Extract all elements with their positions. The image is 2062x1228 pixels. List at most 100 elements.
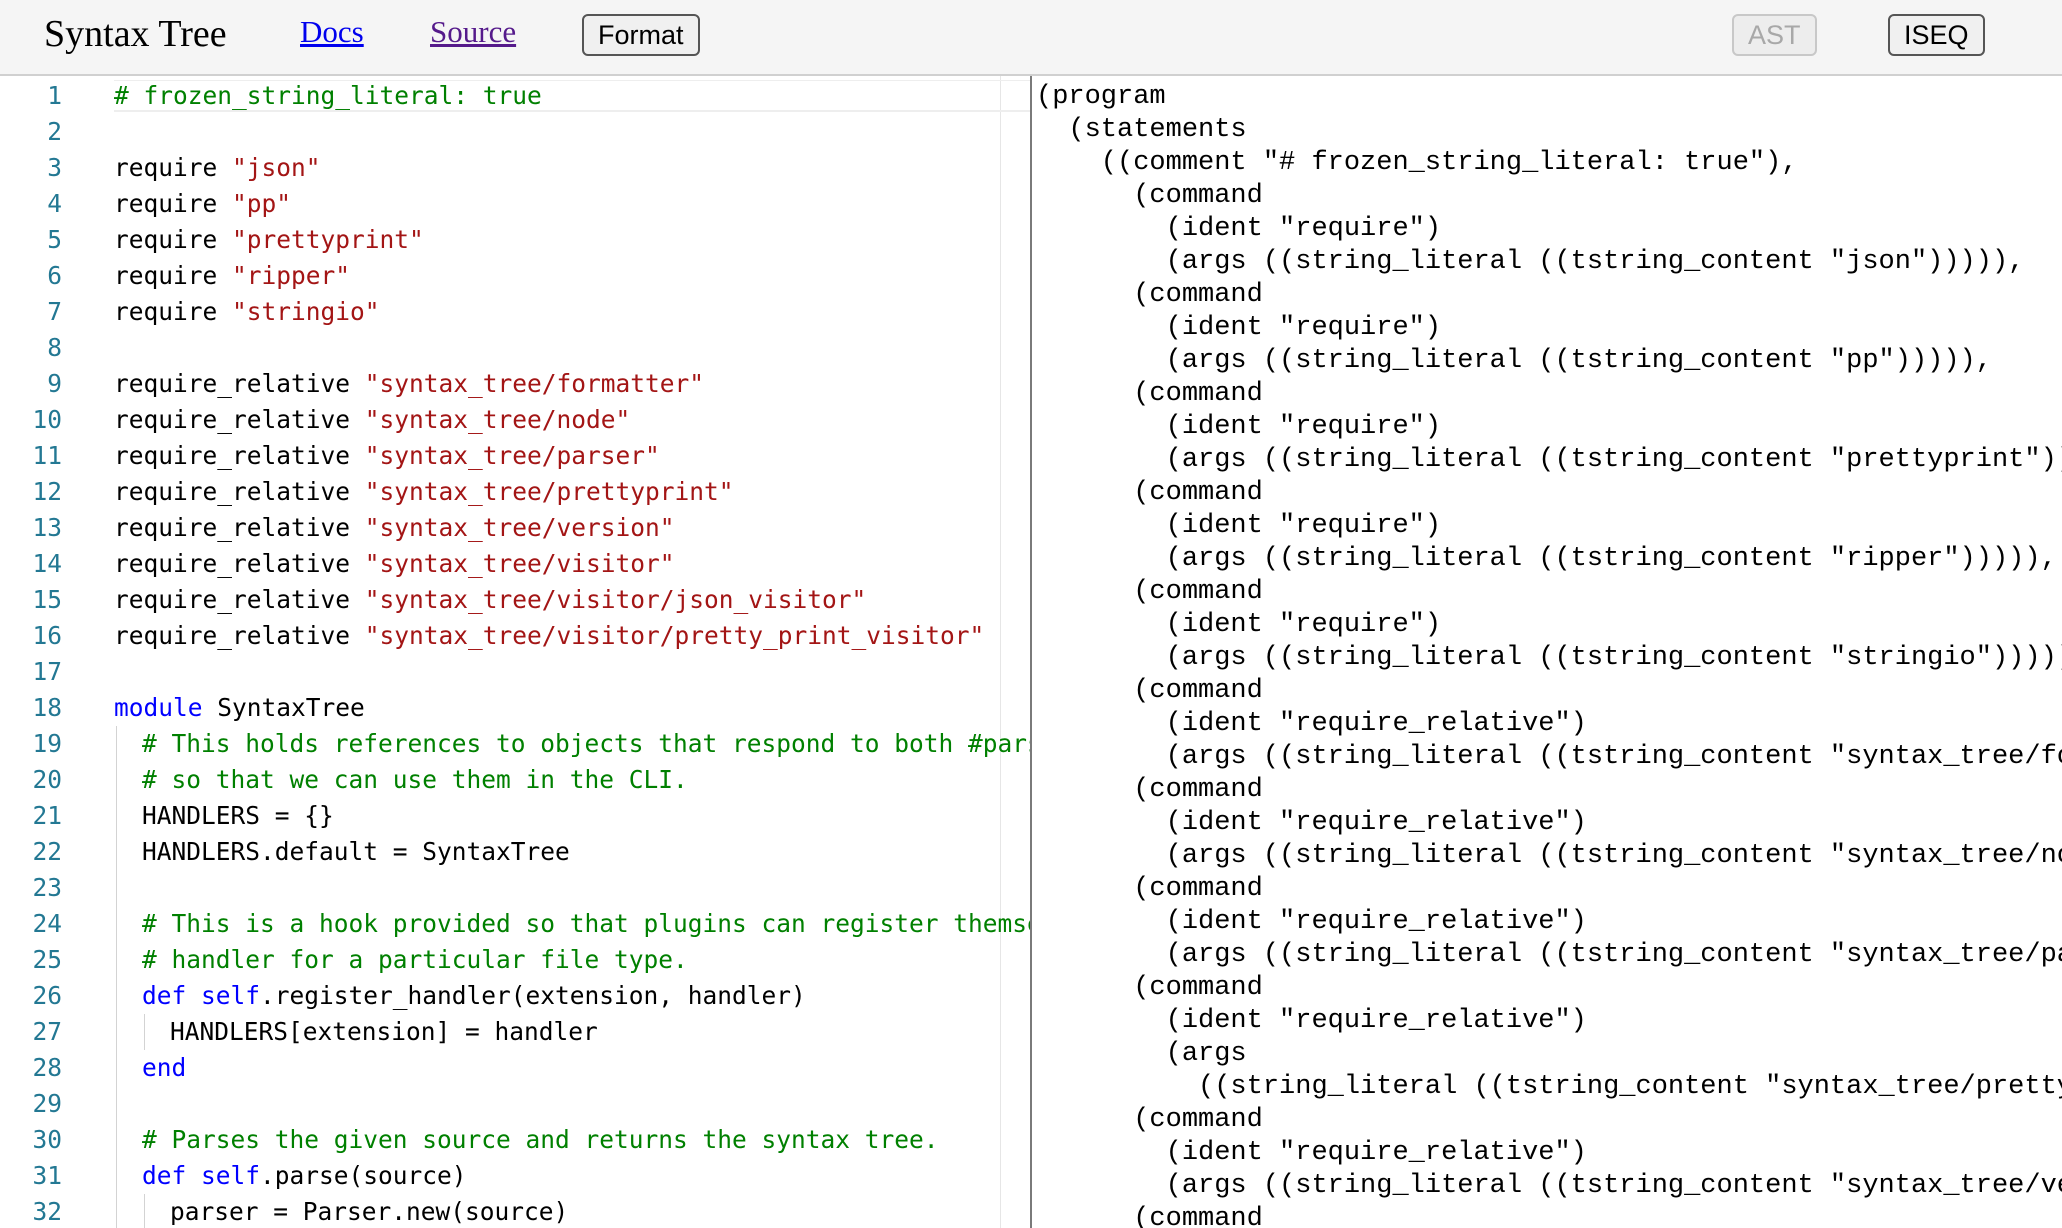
code-line[interactable]: 9 require_relative "syntax_tree/formatter… bbox=[0, 366, 1030, 402]
code-line[interactable]: 6 require "ripper" bbox=[0, 258, 1030, 294]
line-number: 22 bbox=[32, 837, 62, 866]
comment-token: # Parses the given source and returns th… bbox=[142, 1125, 939, 1154]
tree-line: (program bbox=[1036, 82, 1166, 112]
keyword-token: end bbox=[142, 1053, 187, 1082]
line-number: 26 bbox=[32, 981, 62, 1010]
code-line[interactable]: 17 bbox=[0, 654, 1030, 690]
tree-line: (command bbox=[1036, 676, 1263, 706]
plain-token: require bbox=[114, 225, 233, 254]
code-line[interactable]: 19 # This holds references to objects tha… bbox=[0, 726, 1030, 762]
line-number: 8 bbox=[47, 333, 62, 362]
code-text: require_relative "syntax_tree/visitor/pr… bbox=[114, 618, 984, 654]
code-line[interactable]: 30 # Parses the given source and returns … bbox=[0, 1122, 1030, 1158]
line-number: 30 bbox=[32, 1125, 62, 1154]
line-number: 21 bbox=[32, 801, 62, 830]
tree-line: ((string_literal ((tstring_content "synt… bbox=[1198, 1072, 2062, 1102]
code-text: # frozen_string_literal: true bbox=[114, 78, 542, 114]
tree-line: (ident "require_relative") bbox=[1036, 1006, 1587, 1036]
code-text: def self.parse(source) bbox=[142, 1158, 467, 1194]
string-token: "pp" bbox=[232, 189, 292, 218]
code-line[interactable]: 14 require_relative "syntax_tree/visitor" bbox=[0, 546, 1030, 582]
code-text: # so that we can use them in the CLI. bbox=[142, 762, 688, 798]
tree-line: (statements bbox=[1036, 115, 1247, 145]
plain-token: require_relative bbox=[114, 477, 365, 506]
code-line[interactable]: 16 require_relative "syntax_tree/visitor/… bbox=[0, 618, 1030, 654]
indent-guide bbox=[116, 870, 117, 906]
code-line[interactable]: 12 require_relative "syntax_tree/prettypr… bbox=[0, 474, 1030, 510]
tree-line: (args ((string_literal ((tstring_content… bbox=[1165, 940, 2062, 970]
code-line[interactable]: 8 bbox=[0, 330, 1030, 366]
code-line[interactable]: 1 # frozen_string_literal: true bbox=[0, 78, 1030, 114]
tree-line: (args ((string_literal ((tstring_content… bbox=[1165, 742, 2062, 772]
docs-link[interactable]: Docs bbox=[300, 14, 364, 50]
code-line[interactable]: 32 parser = Parser.new(source) bbox=[0, 1194, 1030, 1228]
code-text: require_relative "syntax_tree/node" bbox=[114, 402, 630, 438]
code-text: parser = Parser.new(source) bbox=[170, 1194, 568, 1228]
code-line[interactable]: 24 # This is a hook provided so that plug… bbox=[0, 906, 1030, 942]
code-line[interactable]: 18 module SyntaxTree bbox=[0, 690, 1030, 726]
code-line[interactable]: 27 HANDLERS[extension] = handler bbox=[0, 1014, 1030, 1050]
keyword-token: module bbox=[114, 693, 203, 722]
line-number: 28 bbox=[32, 1053, 62, 1082]
indent-guide bbox=[116, 798, 117, 834]
format-button[interactable]: Format bbox=[582, 14, 700, 56]
code-line[interactable]: 22 HANDLERS.default = SyntaxTree bbox=[0, 834, 1030, 870]
code-line[interactable]: 2 bbox=[0, 114, 1030, 150]
code-line[interactable]: 26 def self.register_handler(extension, h… bbox=[0, 978, 1030, 1014]
string-token: "syntax_tree/formatter" bbox=[364, 369, 705, 398]
line-number: 7 bbox=[47, 297, 62, 326]
line-number: 10 bbox=[32, 405, 62, 434]
code-line[interactable]: 25 # handler for a particular file type. bbox=[0, 942, 1030, 978]
indent-guide bbox=[116, 1158, 117, 1194]
code-line[interactable]: 29 bbox=[0, 1086, 1030, 1122]
line-number: 29 bbox=[32, 1089, 62, 1118]
line-number: 25 bbox=[32, 945, 62, 974]
tree-line: (command bbox=[1036, 577, 1263, 607]
code-line[interactable]: 7 require "stringio" bbox=[0, 294, 1030, 330]
indent-guide bbox=[116, 1086, 117, 1122]
plain-token: require bbox=[114, 297, 233, 326]
keyword-token: self bbox=[201, 1161, 261, 1190]
code-line[interactable]: 28 end bbox=[0, 1050, 1030, 1086]
tree-line: (command bbox=[1036, 181, 1263, 211]
code-line[interactable]: 13 require_relative "syntax_tree/version" bbox=[0, 510, 1030, 546]
line-number: 15 bbox=[32, 585, 62, 614]
code-text: # This is a hook provided so that plugin… bbox=[142, 906, 1030, 942]
plain-token: require bbox=[114, 153, 233, 182]
string-token: "stringio" bbox=[232, 297, 380, 326]
code-line[interactable]: 4 require "pp" bbox=[0, 186, 1030, 222]
plain-token: require_relative bbox=[114, 585, 365, 614]
tree-line: (command bbox=[1036, 1204, 1263, 1228]
tree-line: (command bbox=[1036, 775, 1263, 805]
plain-token: require_relative bbox=[114, 369, 365, 398]
code-line[interactable]: 21 HANDLERS = {} bbox=[0, 798, 1030, 834]
line-number: 12 bbox=[32, 477, 62, 506]
indent-guide bbox=[116, 834, 117, 870]
code-text: # Parses the given source and returns th… bbox=[142, 1122, 939, 1158]
comment-token: # handler for a particular file type. bbox=[142, 945, 688, 974]
tree-line: (command bbox=[1036, 973, 1263, 1003]
line-number: 14 bbox=[32, 549, 62, 578]
indent-guide bbox=[116, 906, 117, 942]
line-number: 32 bbox=[32, 1197, 62, 1226]
code-line[interactable]: 20 # so that we can use them in the CLI. bbox=[0, 762, 1030, 798]
source-link[interactable]: Source bbox=[430, 14, 516, 50]
tree-line: (ident "require") bbox=[1036, 511, 1442, 541]
code-line[interactable]: 11 require_relative "syntax_tree/parser" bbox=[0, 438, 1030, 474]
code-line[interactable]: 23 bbox=[0, 870, 1030, 906]
code-line[interactable]: 10 require_relative "syntax_tree/node" bbox=[0, 402, 1030, 438]
code-line[interactable]: 3 require "json" bbox=[0, 150, 1030, 186]
code-line[interactable]: 31 def self.parse(source) bbox=[0, 1158, 1030, 1194]
code-line[interactable]: 15 require_relative "syntax_tree/visitor/… bbox=[0, 582, 1030, 618]
tree-line: (args ((string_literal ((tstring_content… bbox=[1036, 346, 1992, 376]
ast-button[interactable]: AST bbox=[1732, 14, 1817, 56]
tree-line: (ident "require_relative") bbox=[1036, 709, 1587, 739]
source-editor[interactable]: 1 # frozen_string_literal: true 2 3 require … bbox=[0, 76, 1030, 1228]
code-text: HANDLERS.default = SyntaxTree bbox=[142, 834, 570, 870]
indent-guide bbox=[116, 1014, 117, 1050]
string-token: "syntax_tree/visitor/json_visitor" bbox=[364, 585, 867, 614]
tree-line: (args ((string_literal ((tstring_content… bbox=[1165, 1171, 2062, 1201]
iseq-button[interactable]: ISEQ bbox=[1888, 14, 1985, 56]
code-line[interactable]: 5 require "prettyprint" bbox=[0, 222, 1030, 258]
